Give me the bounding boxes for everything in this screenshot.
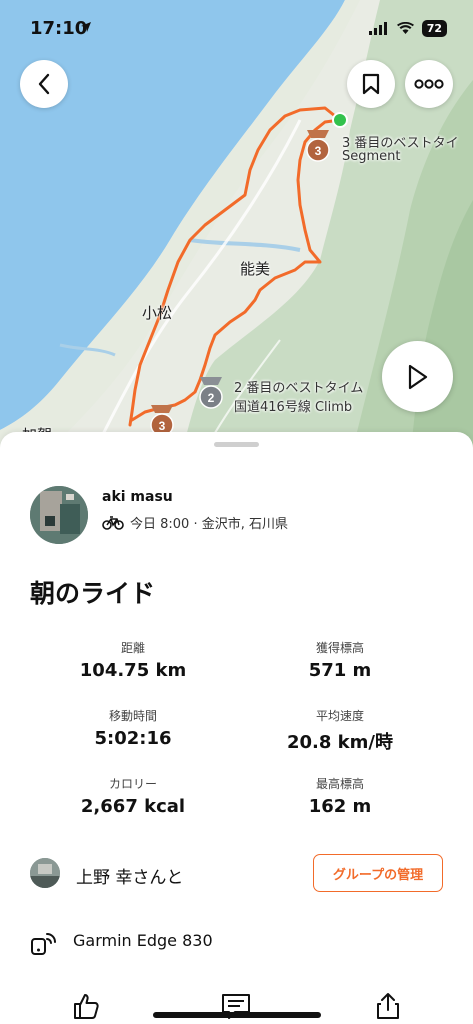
bike-icon [102,515,124,530]
stat-label: カロリー [108,777,157,791]
stat-value: 162 m [308,796,372,817]
activity-title: 朝のライド [30,579,156,608]
kudos-button[interactable] [70,990,102,1022]
wifi-icon [396,22,414,34]
bookmark-icon [362,73,380,95]
stat-calories: カロリー 2,667 kcal [43,775,223,817]
share-button[interactable] [372,990,404,1022]
more-button[interactable] [405,60,453,108]
stat-moving-time: 移動時間 5:02:16 [43,707,223,749]
status-bar: 17:10 72 [0,0,473,56]
stat-label: 平均速度 [315,709,364,723]
signal-icon [368,22,387,35]
group-row: 上野 幸さんと グループの管理 [30,854,445,892]
back-button[interactable] [20,60,68,108]
stat-value: 571 m [308,660,372,681]
thumbs-up-icon [74,994,99,1019]
svg-text:3: 3 [159,419,166,433]
device-name: Garmin Edge 830 [73,931,213,950]
activity-sheet: aki masu 今日 8:00 · 金沢市, 石川県 朝のライド 距離 104… [0,432,473,1024]
stat-value: 104.75 km [79,660,187,681]
city-label-komatsu: 小松 [142,304,173,322]
activity-meta-text: 今日 8:00 · 金沢市, 石川県 [130,517,288,532]
manage-group-button[interactable]: グループの管理 [313,854,443,892]
play-icon [408,364,427,389]
location-arrow-icon [81,22,91,32]
segment-badge-2[interactable]: 2 [199,377,223,409]
share-icon [377,993,399,1019]
status-time: 17:10 [30,18,88,39]
segment-3-name: Segment [342,149,401,164]
stat-label: 距離 [120,641,145,655]
svg-text:3: 3 [315,144,322,158]
chevron-left-icon [38,73,50,95]
stat-max-elevation: 最高標高 162 m [250,775,430,817]
stat-value: 2,667 kcal [80,796,186,817]
stat-value: 5:02:16 [94,728,172,749]
avatar-photo [30,486,88,544]
route-map[interactable]: 3 2 3 3 番目のベストタイ Segment 2 番目のベストタイム 国道4… [0,0,473,460]
stat-distance: 距離 104.75 km [43,639,223,681]
stat-label: 移動時間 [108,709,157,723]
segment-2-title: 2 番目のベストタイム [234,381,364,396]
stat-value: 20.8 km/時 [287,732,393,753]
athlete-name[interactable]: aki masu [102,489,173,505]
play-flyover-button[interactable] [382,341,453,412]
home-indicator [153,1012,321,1018]
device-icon [31,933,56,955]
status-icons: 72 [368,20,447,37]
group-with-text[interactable]: 上野 幸さんと [76,863,183,888]
stat-label: 獲得標高 [315,641,364,655]
stat-avg-speed: 平均速度 20.8 km/時 [250,707,430,754]
athlete-avatar[interactable] [30,486,88,544]
city-label-nomi: 能美 [240,260,271,278]
battery-indicator: 72 [421,20,447,37]
group-member-avatar[interactable] [30,858,60,888]
stat-elevation-gain: 獲得標高 571 m [250,639,430,681]
sheet-grabber[interactable] [214,442,259,447]
segment-badge-3[interactable]: 3 [306,130,330,162]
stat-label: 最高標高 [315,777,364,791]
svg-text:2: 2 [208,391,215,405]
segment-2-name: 国道416号線 Climb [234,400,353,415]
activity-meta: 今日 8:00 · 金沢市, 石川県 [102,513,288,532]
bookmark-button[interactable] [347,60,395,108]
more-icon [414,79,444,89]
group-member-photo [30,858,60,888]
